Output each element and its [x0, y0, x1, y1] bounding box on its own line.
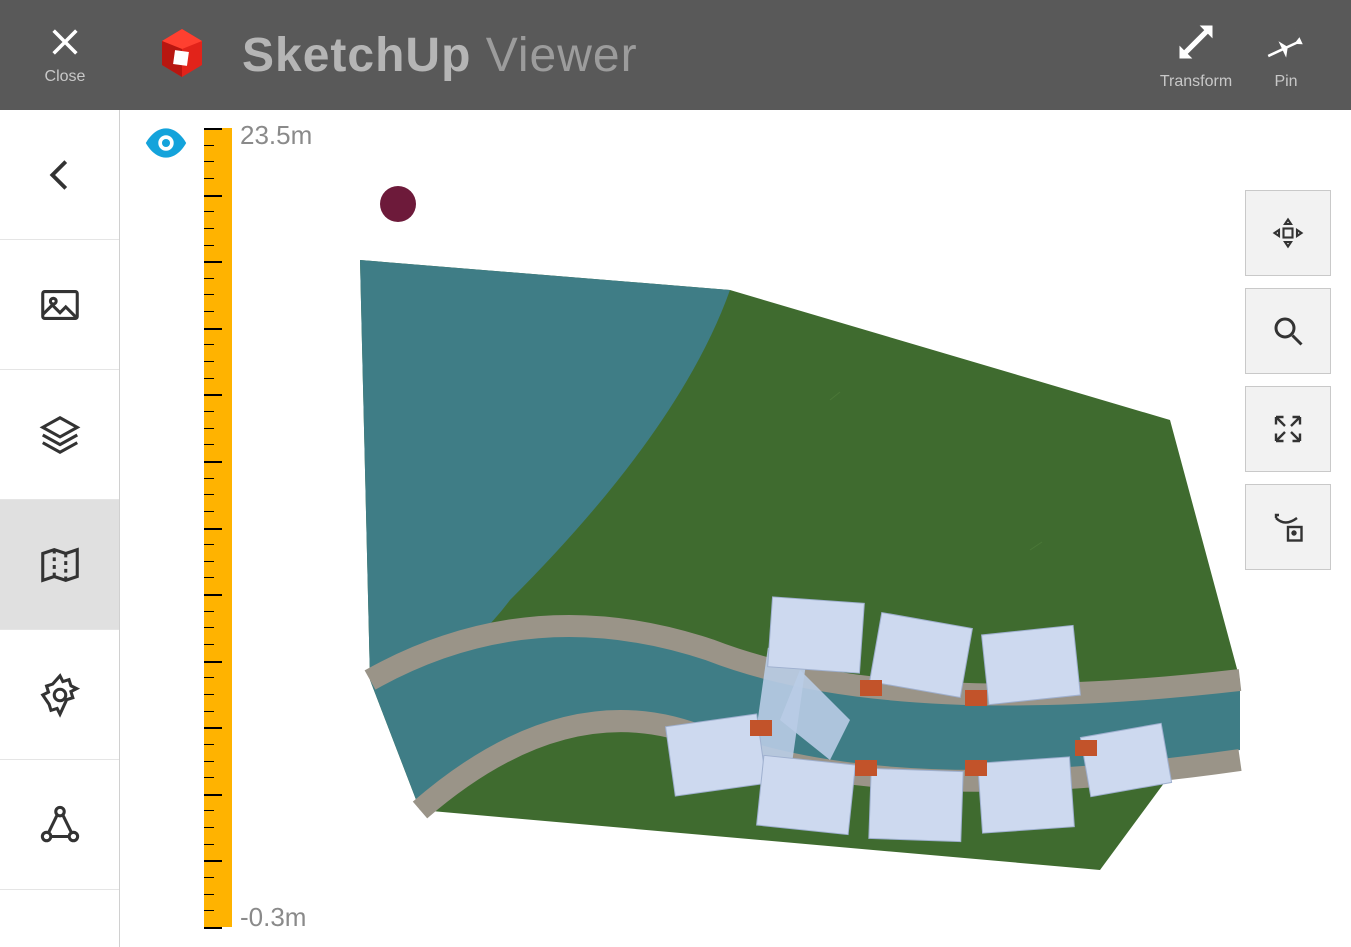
sidebar-item-layers[interactable] — [0, 370, 119, 500]
close-icon — [48, 25, 82, 64]
share-nodes-icon — [37, 802, 83, 848]
sidebar-back-button[interactable] — [0, 110, 119, 240]
gear-icon — [37, 672, 83, 718]
sidebar-item-images[interactable] — [0, 240, 119, 370]
app-title: SketchUp Viewer — [242, 28, 638, 83]
close-button[interactable]: Close — [20, 25, 110, 86]
scene-tool-button[interactable] — [1245, 484, 1331, 570]
ruler-max-label: 23.5m — [240, 120, 312, 151]
sidebar-item-settings[interactable] — [0, 630, 119, 760]
app-title-light: Viewer — [486, 29, 638, 82]
viewport[interactable]: 23.5m -0.3m — [120, 110, 1351, 947]
app-body: 23.5m -0.3m — [0, 110, 1351, 947]
place-scene-icon — [1270, 509, 1306, 545]
transform-button[interactable]: Transform — [1151, 20, 1241, 91]
ruler-min-label: -0.3m — [240, 902, 306, 933]
expand-icon — [1270, 411, 1306, 447]
layers-icon — [37, 412, 83, 458]
pin-icon — [1264, 20, 1308, 69]
sidebar-item-share[interactable] — [0, 760, 119, 890]
sidebar-item-map[interactable] — [0, 500, 119, 630]
camera-position-marker[interactable] — [380, 186, 416, 222]
image-icon — [37, 282, 83, 328]
transform-icon — [1174, 20, 1218, 69]
pin-button[interactable]: Pin — [1241, 20, 1331, 91]
ruler-bar — [204, 128, 232, 927]
map-icon — [37, 542, 83, 588]
move-tool-button[interactable] — [1245, 190, 1331, 276]
search-icon — [1270, 313, 1306, 349]
chevron-left-icon — [37, 152, 83, 198]
move-icon — [1270, 215, 1306, 251]
height-ruler[interactable] — [204, 128, 232, 927]
transform-label: Transform — [1160, 73, 1232, 91]
app-title-group: SketchUp Viewer — [150, 21, 638, 90]
fullscreen-tool-button[interactable] — [1245, 386, 1331, 472]
sketchup-logo-icon — [150, 21, 214, 90]
view-tools — [1245, 190, 1331, 570]
visibility-toggle[interactable] — [144, 128, 188, 163]
pin-label: Pin — [1274, 73, 1297, 91]
app-header: Close SketchUp Viewer Transform Pin — [0, 0, 1351, 110]
eye-icon — [144, 128, 188, 158]
search-tool-button[interactable] — [1245, 288, 1331, 374]
sidebar — [0, 110, 120, 947]
site-plan — [330, 250, 1250, 890]
app-title-bold: SketchUp — [242, 29, 471, 82]
close-label: Close — [45, 68, 86, 86]
